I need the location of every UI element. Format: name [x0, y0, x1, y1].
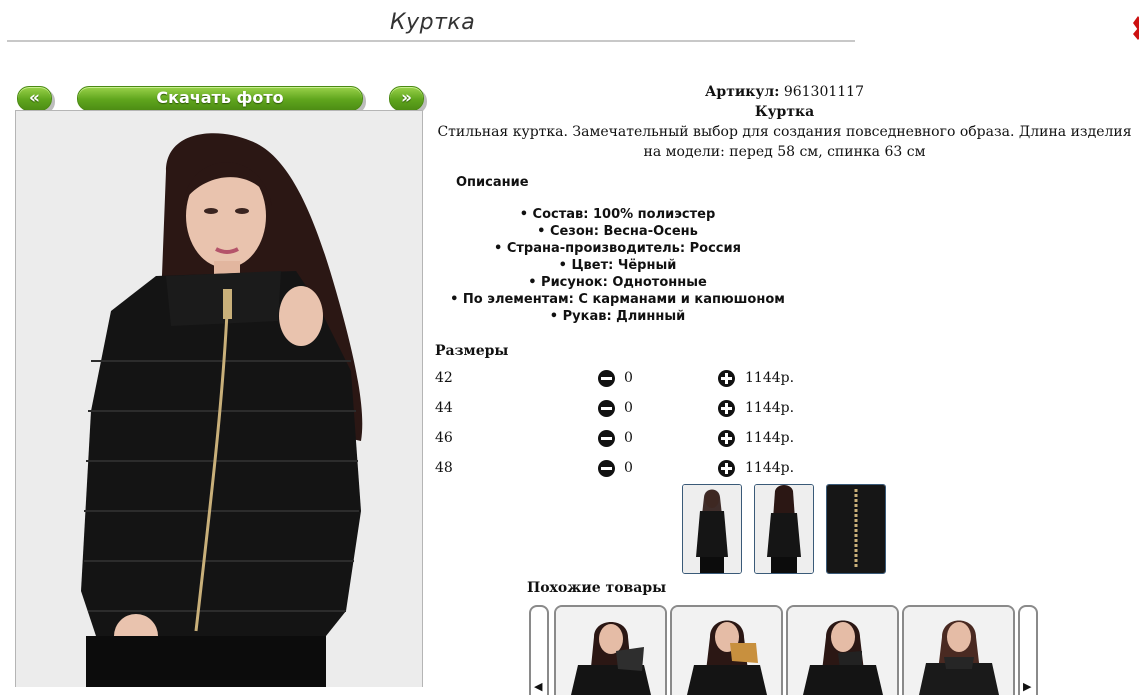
product-description: Стильная куртка. Замечательный выбор для… — [437, 124, 1132, 160]
download-photo-button[interactable]: Скачать фото — [77, 86, 363, 111]
carousel-prev-button[interactable]: ◀ — [529, 605, 549, 695]
increase-qty-icon[interactable] — [718, 400, 735, 417]
attribute-item: Рисунок: Однотонные — [430, 274, 805, 291]
thumbnail-image — [683, 485, 741, 573]
increase-qty-icon[interactable] — [718, 370, 735, 387]
photo-thumbnail-detail[interactable] — [826, 484, 886, 574]
size-row: 42 0 1144р. — [435, 368, 835, 390]
quantity-value: 0 — [624, 370, 633, 386]
increase-qty-icon[interactable] — [718, 460, 735, 477]
similar-product-card[interactable] — [554, 605, 667, 695]
article-line: Артикул: 961301117 — [430, 82, 1139, 102]
similar-product-image — [556, 607, 665, 695]
sizes-heading: Размеры — [435, 343, 509, 359]
attribute-item: Сезон: Весна-Осень — [430, 223, 805, 240]
decrease-qty-icon[interactable] — [598, 370, 615, 387]
attribute-item: Цвет: Чёрный — [430, 257, 805, 274]
quantity-value: 0 — [624, 400, 633, 416]
carousel-next-button[interactable]: ▶ — [1018, 605, 1038, 695]
size-price: 1144р. — [745, 460, 795, 476]
quantity-value: 0 — [624, 430, 633, 446]
attribute-list: Состав: 100% полиэстер Сезон: Весна-Осен… — [430, 206, 805, 325]
photo-thumbnail-front[interactable] — [682, 484, 742, 574]
size-price: 1144р. — [745, 370, 795, 386]
thumbnail-image — [827, 485, 885, 573]
size-row: 46 0 1144р. — [435, 428, 835, 450]
main-product-photo[interactable] — [15, 110, 423, 687]
description-heading: Описание — [456, 175, 529, 190]
size-row: 44 0 1144р. — [435, 398, 835, 420]
decrease-qty-icon[interactable] — [598, 460, 615, 477]
title-divider — [7, 40, 855, 42]
similar-product-card[interactable] — [670, 605, 783, 695]
next-photo-button[interactable]: » — [389, 86, 424, 111]
similar-product-card[interactable] — [786, 605, 899, 695]
attribute-item: По элементам: С карманами и капюшоном — [430, 291, 805, 308]
similar-products-heading: Похожие товары — [527, 580, 667, 596]
size-row: 48 0 1144р. — [435, 458, 835, 480]
quantity-value: 0 — [624, 460, 633, 476]
article-value: 961301117 — [783, 84, 864, 100]
decrease-qty-icon[interactable] — [598, 400, 615, 417]
attribute-item: Состав: 100% полиэстер — [430, 206, 805, 223]
size-label: 42 — [435, 370, 453, 386]
attribute-item: Страна-производитель: Россия — [430, 240, 805, 257]
article-label: Артикул: — [705, 84, 780, 100]
attribute-item: Рукав: Длинный — [430, 308, 805, 325]
product-name: Куртка — [754, 104, 815, 120]
decrease-qty-icon[interactable] — [598, 430, 615, 447]
similar-product-image — [904, 607, 1013, 695]
corner-badge-icon — [1133, 16, 1139, 40]
model-jacket-illustration — [16, 111, 422, 687]
size-label: 44 — [435, 400, 453, 416]
page-title: Куртка — [390, 10, 476, 35]
size-price: 1144р. — [745, 430, 795, 446]
product-info: Артикул: 961301117 Куртка Стильная куртк… — [430, 82, 1139, 162]
similar-product-image — [788, 607, 897, 695]
size-label: 48 — [435, 460, 453, 476]
increase-qty-icon[interactable] — [718, 430, 735, 447]
similar-product-card[interactable] — [902, 605, 1015, 695]
similar-product-image — [672, 607, 781, 695]
photo-thumbnail-back[interactable] — [754, 484, 814, 574]
thumbnail-image — [755, 485, 813, 573]
size-label: 46 — [435, 430, 453, 446]
size-price: 1144р. — [745, 400, 795, 416]
prev-photo-button[interactable]: « — [17, 86, 52, 111]
